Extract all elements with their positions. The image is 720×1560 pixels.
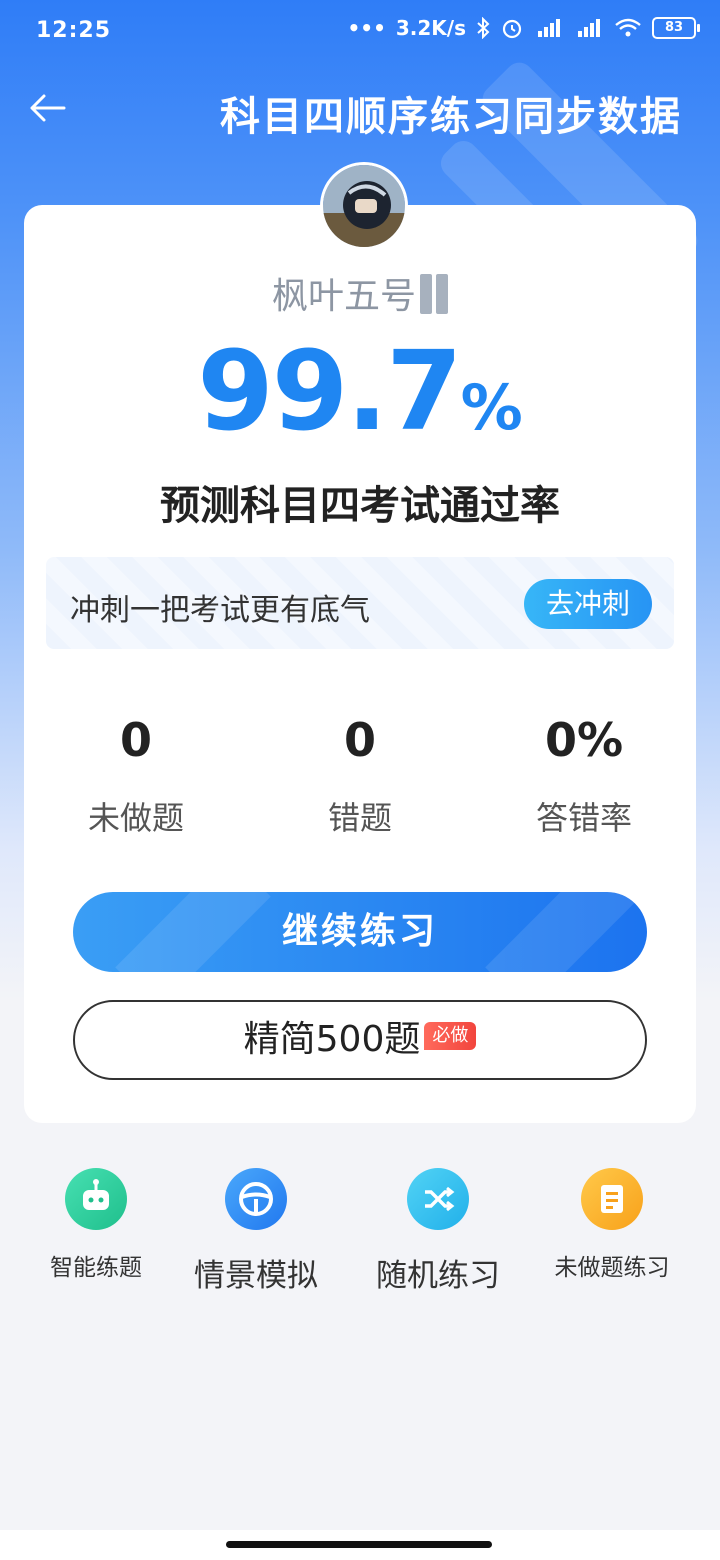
quick-action-smart[interactable]: 智能练题 [36, 1168, 156, 1282]
progress-card: 枫叶五号 99.7% 预测科目四考试通过率 冲刺一把考试更有底气 去冲刺 0 未… [24, 205, 696, 1123]
bluetooth-icon [477, 17, 490, 39]
quick-action-label: 未做题练习 [554, 1255, 670, 1281]
sprint-button[interactable]: 去冲刺 [524, 579, 652, 629]
quick-action-undone[interactable]: 未做题练习 [548, 1168, 676, 1282]
jingjian-500-button[interactable]: 精简500题 必做 [73, 1000, 647, 1080]
steering-wheel-glyph [239, 1182, 273, 1216]
steering-wheel-icon [225, 1168, 287, 1230]
document-glyph [601, 1185, 623, 1213]
shuffle-icon [407, 1168, 469, 1230]
pass-rate-label: 预测科目四考试通过率 [160, 483, 560, 529]
quick-action-label: 智能练题 [50, 1255, 142, 1281]
signal-hd-icon-2 [578, 19, 600, 37]
continue-label: 继续练习 [281, 911, 438, 952]
stat-value: 0 [343, 713, 376, 767]
quick-action-label: 情景模拟 [194, 1258, 318, 1294]
must-do-tag: 必做 [424, 1022, 477, 1050]
stats-row: 0 未做题 0 错题 0% 答错率 [24, 713, 696, 853]
more-dots-icon: ••• [347, 16, 386, 40]
battery-icon: 83 [652, 17, 700, 39]
pass-rate: 99.7% [24, 327, 696, 455]
status-icons: ••• 3.2K/s 83 [347, 16, 700, 40]
robot-icon-glyph [83, 1179, 109, 1210]
network-speed: 3.2K/s [395, 16, 466, 40]
pass-rate-value: 99.7 [197, 327, 462, 455]
stat-error-rate[interactable]: 0% 答错率 [472, 713, 696, 839]
page-title: 科目四顺序练习同步数据 [220, 94, 682, 140]
user-badge-icon [420, 274, 432, 314]
stat-undone[interactable]: 0 未做题 [24, 713, 248, 839]
status-time: 12:25 [36, 18, 112, 43]
button-shine [485, 892, 641, 972]
quick-action-scenario[interactable]: 情景模拟 [186, 1168, 326, 1295]
avatar-image [323, 165, 405, 247]
signal-hd-icon [538, 19, 560, 37]
stat-value: 0 [119, 713, 152, 767]
user-badge-icon-2 [436, 274, 448, 314]
button-shine [115, 892, 271, 972]
continue-practice-button[interactable]: 继续练习 [73, 892, 647, 972]
robot-icon [65, 1168, 127, 1230]
stat-value: 0% [544, 713, 624, 767]
quick-action-label: 随机练习 [376, 1258, 500, 1294]
sprint-banner[interactable]: 冲刺一把考试更有底气 去冲刺 [46, 557, 674, 649]
document-icon [581, 1168, 643, 1230]
wifi-icon [615, 18, 641, 37]
pass-rate-unit: % [460, 371, 523, 444]
username: 枫叶五号 [24, 267, 696, 319]
avatar[interactable] [320, 162, 408, 250]
alarm-icon [502, 19, 522, 39]
stat-label: 答错率 [535, 799, 632, 837]
stat-label: 错题 [327, 799, 392, 837]
shuffle-glyph [425, 1186, 455, 1212]
home-indicator[interactable] [226, 1541, 492, 1548]
status-bar: 12:25 ••• 3.2K/s 83 [0, 0, 720, 64]
jingjian-label: 精简500题 [243, 1019, 421, 1060]
stat-wrong[interactable]: 0 错题 [248, 713, 472, 839]
quick-action-random[interactable]: 随机练习 [368, 1168, 508, 1295]
sprint-text: 冲刺一把考试更有底气 [70, 593, 370, 628]
username-text: 枫叶五号 [271, 276, 416, 317]
stat-label: 未做题 [87, 799, 184, 837]
